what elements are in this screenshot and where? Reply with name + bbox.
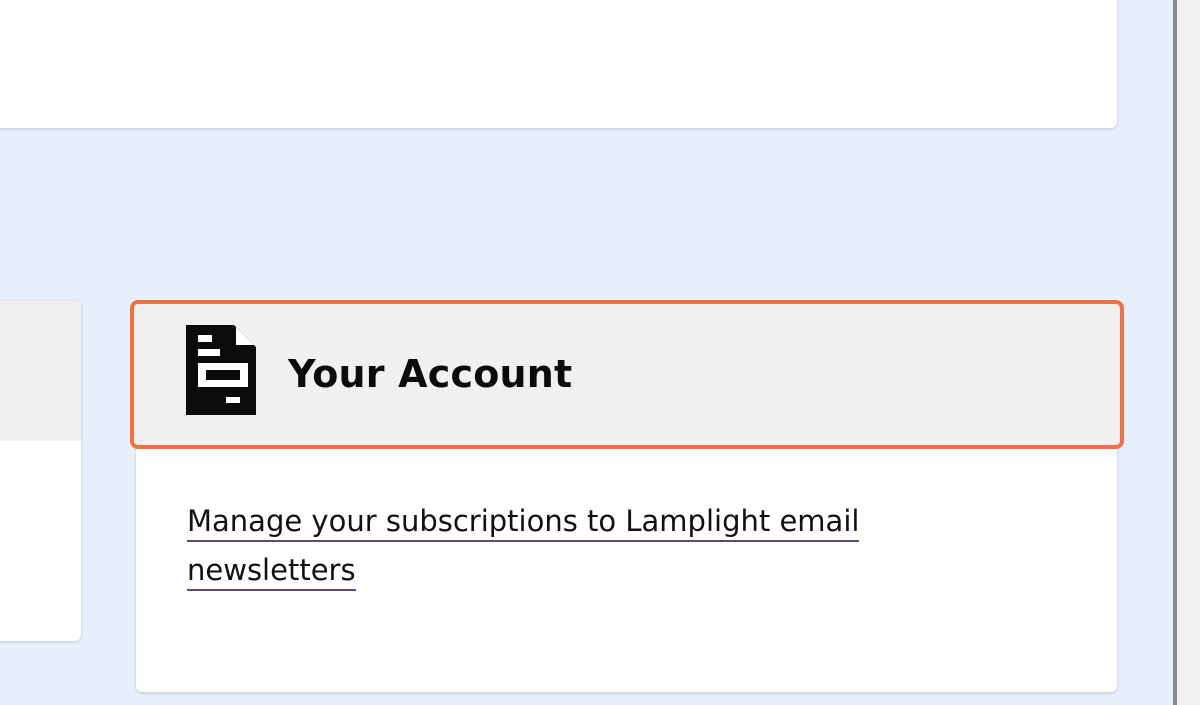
document-icon bbox=[186, 325, 256, 415]
account-card-header[interactable]: Your Account bbox=[130, 300, 1124, 449]
page: Your Account Manage your subscriptions t… bbox=[0, 0, 1200, 705]
manage-subscriptions-link[interactable]: Manage your subscriptions to Lamplight e… bbox=[187, 504, 860, 591]
account-title: Your Account bbox=[288, 352, 573, 396]
account-link-container: Manage your subscriptions to Lamplight e… bbox=[187, 497, 927, 595]
scrollbar-track bbox=[1173, 0, 1177, 705]
left-card-header bbox=[0, 301, 81, 441]
left-card bbox=[0, 301, 81, 641]
top-card bbox=[0, 0, 1117, 128]
scrollbar[interactable] bbox=[1173, 0, 1200, 705]
